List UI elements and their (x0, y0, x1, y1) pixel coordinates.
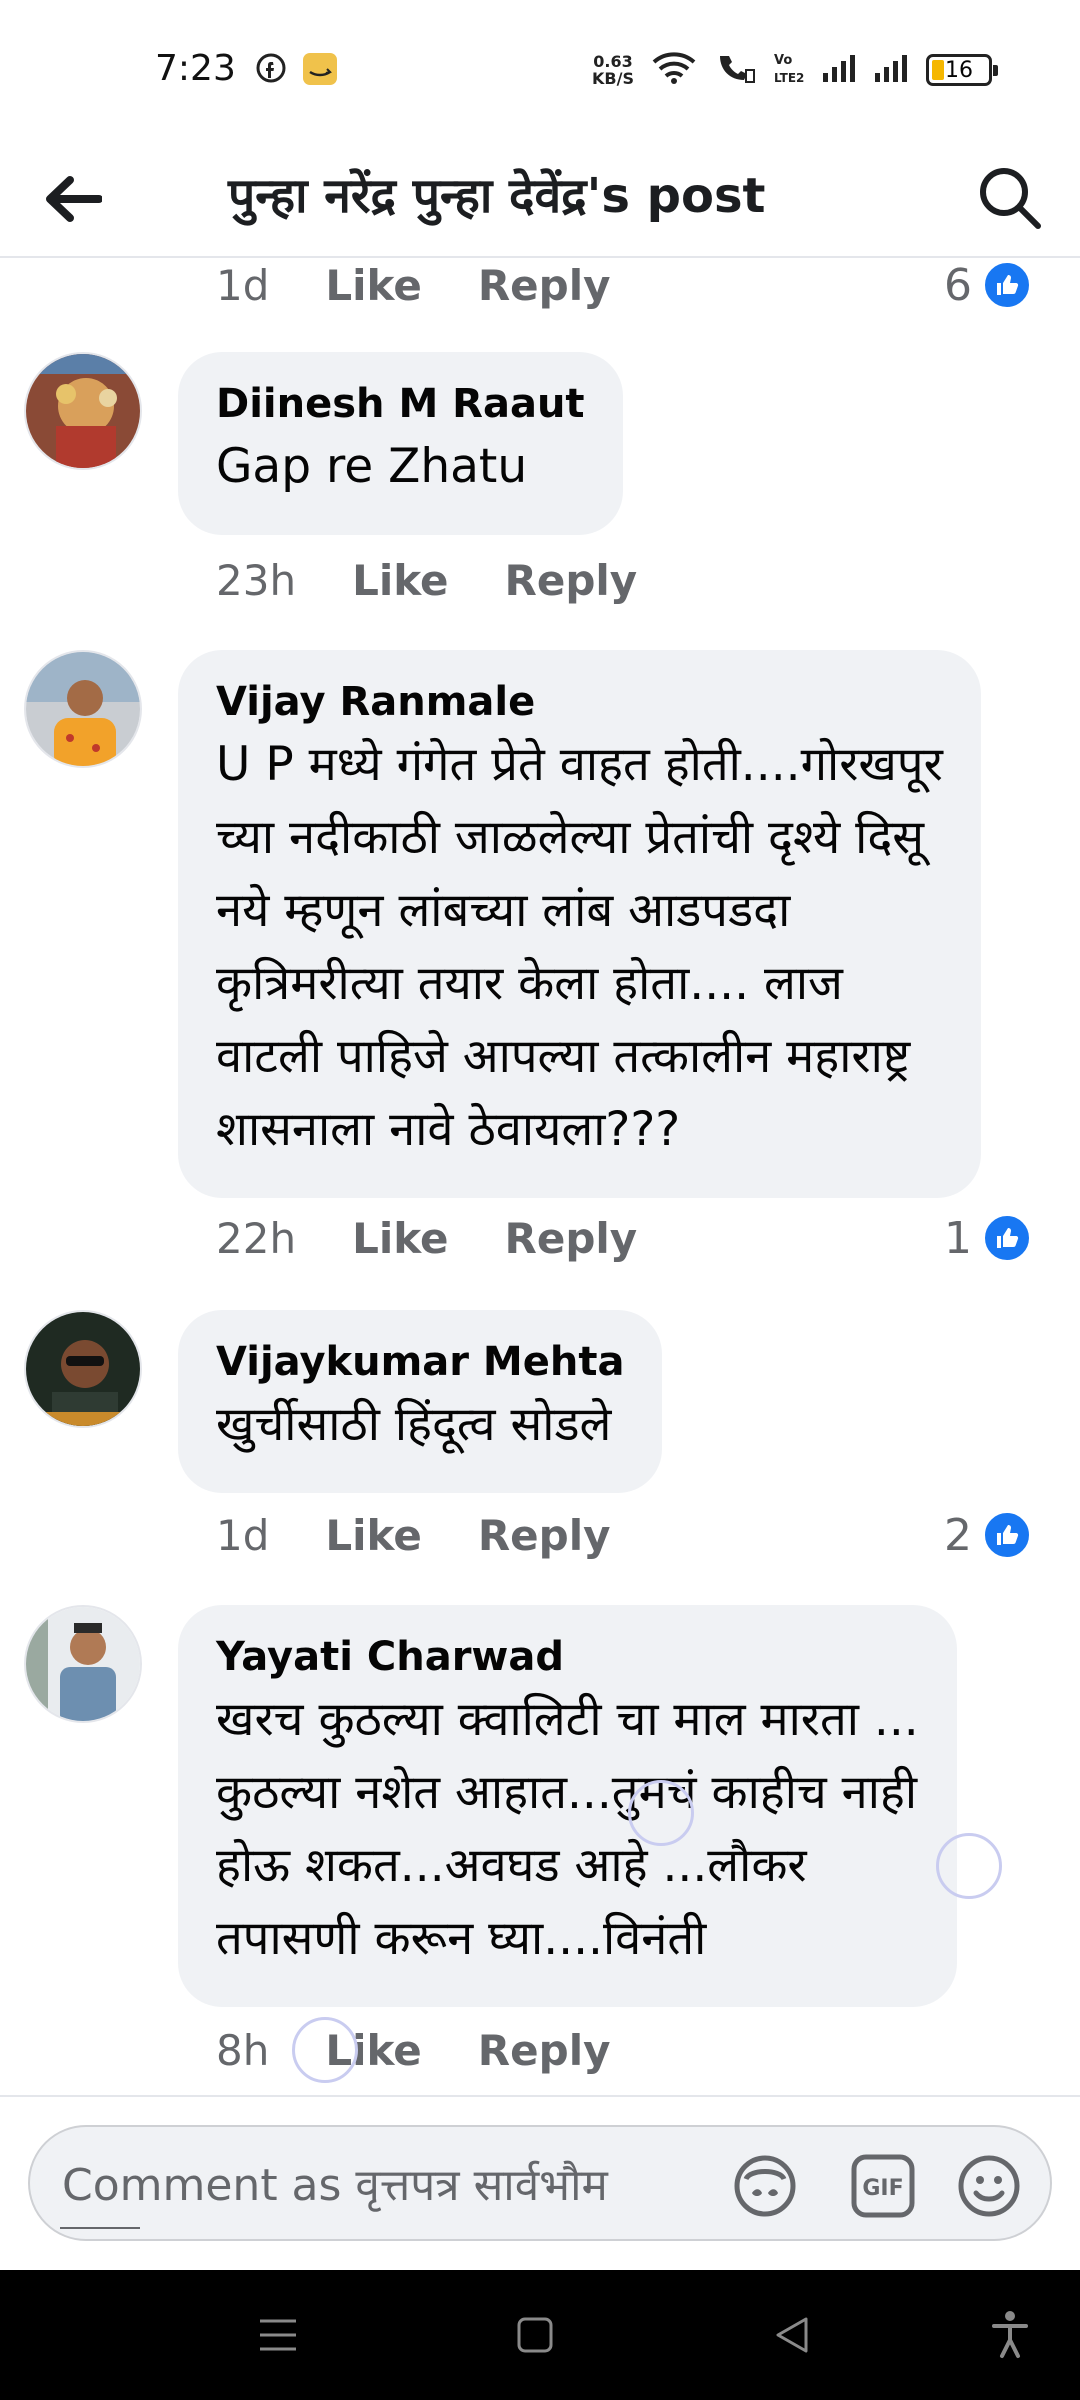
menu-lines-icon (260, 2319, 296, 2351)
network-speed: 0.63 KB/S (592, 52, 634, 88)
comment-time: 1d (216, 1510, 270, 1560)
comment-meta-previous: 1d Like Reply (216, 260, 667, 315)
reaction-count[interactable]: 1 (944, 1208, 1032, 1268)
comment-meta: 23h Like Reply (216, 550, 693, 610)
comment-bubble[interactable]: Vijay Ranmale U P मध्ये गंगेत प्रेते वाह… (178, 650, 981, 1198)
reply-button[interactable]: Reply (505, 556, 638, 605)
like-reaction-icon (982, 1510, 1032, 1560)
post-header: पुन्हा नरेंद्र पुन्हा देवेंद्र's post (0, 140, 1080, 258)
avatar[interactable] (24, 1605, 142, 1723)
avatar[interactable] (24, 352, 142, 470)
reaction-count[interactable]: 6 (944, 260, 1032, 315)
gif-button[interactable]: GIF (848, 2151, 918, 2221)
back-arrow-icon (46, 176, 102, 222)
volte-icon: Vo LTE2 (774, 50, 804, 90)
comment-text-line: U P मध्ये गंगेत प्रेते वाहत होती....गोरख… (216, 737, 943, 792)
comment-text-line: नये म्हणून लांबच्या लांब आडपडदा (216, 883, 791, 938)
comment-bubble[interactable]: Vijaykumar Mehta खुर्चीसाठी हिंदूत्व सोड… (178, 1310, 663, 1493)
avatar[interactable] (24, 650, 142, 768)
touch-indicator (292, 2017, 358, 2083)
recent-apps-button[interactable] (243, 2300, 313, 2370)
comment-meta: 8h Like Reply (216, 2020, 666, 2080)
comment-composer-bar: Comment as वृत्तपत्र सार्वभौम GIF (0, 2095, 1080, 2270)
comment-text-line: खरच कुठल्या क्वालिटी चा माल मारता ... (216, 1692, 919, 1747)
comment-text: खुर्चीसाठी हिंदूत्व सोडले (216, 1397, 612, 1452)
avatar[interactable] (24, 1310, 142, 1428)
comment-author[interactable]: Diinesh M Raaut (216, 378, 585, 430)
comment-time: 23h (216, 555, 297, 605)
home-square-icon (517, 2317, 553, 2353)
like-reaction-icon (982, 260, 1032, 310)
like-button[interactable]: Like (352, 556, 448, 605)
comment-text-line: कुठल्या नशेत आहात...तुमचं काहीच नाही (216, 1765, 918, 1820)
input-underline (60, 2227, 140, 2229)
comment-time: 1d (216, 260, 270, 310)
reaction-count[interactable]: 2 (944, 1505, 1032, 1565)
amazon-notification-icon (302, 52, 338, 90)
svg-text:Vo: Vo (774, 53, 792, 68)
comment-meta: 22h Like Reply (216, 1208, 693, 1268)
status-bar: 7:23 0.63 KB/S Vo LTE2 16 (0, 0, 1080, 140)
comment-text-line: शासनाला नावे ठेवायला??? (216, 1102, 681, 1157)
search-button[interactable] (968, 156, 1052, 240)
avatar-sticker-button[interactable] (730, 2151, 800, 2221)
reply-button[interactable]: Reply (478, 1511, 611, 1560)
comment-text-line: होऊ शकत...अवघड आहे ...लौकर (216, 1838, 807, 1893)
back-button[interactable] (38, 164, 108, 234)
comment-time: 8h (216, 2025, 270, 2075)
comment-text-line: कृत्रिमरीत्या तयार केला होता.... लाज (216, 956, 843, 1011)
comment-meta: 1d Like Reply (216, 1505, 667, 1565)
search-icon (980, 168, 1041, 229)
svg-text:LTE2: LTE2 (774, 71, 804, 85)
accessibility-icon (992, 2311, 1028, 2358)
comments-list[interactable]: 1d Like Reply 6 Diinesh M Raaut Gap re Z… (0, 260, 1080, 2095)
wifi-icon (652, 51, 696, 89)
system-navigation-bar (0, 2270, 1080, 2400)
facebook-notification-icon (255, 52, 287, 88)
like-reaction-icon (982, 1213, 1032, 1263)
avatar-sticker-icon (734, 2155, 796, 2217)
accessibility-button[interactable] (975, 2300, 1045, 2370)
like-button[interactable]: Like (352, 1214, 448, 1263)
svg-text:GIF: GIF (862, 2176, 903, 2201)
emoji-button[interactable] (954, 2151, 1024, 2221)
signal-sim1-icon (822, 53, 856, 87)
like-button[interactable]: Like (325, 261, 421, 310)
comment-time: 22h (216, 1213, 297, 1263)
comment-author[interactable]: Yayati Charwad (216, 1631, 919, 1683)
back-triangle-icon (776, 2317, 808, 2353)
emoji-icon (958, 2155, 1020, 2217)
comment-text-line: तपासणी करून घ्या....विनंती (216, 1911, 707, 1966)
wifi-calling-icon (714, 50, 756, 90)
comment-input[interactable]: Comment as वृत्तपत्र सार्वभौम GIF (28, 2125, 1052, 2241)
touch-indicator (936, 1833, 1002, 1899)
comment-bubble[interactable]: Diinesh M Raaut Gap re Zhatu (178, 352, 623, 535)
reply-button[interactable]: Reply (478, 261, 611, 310)
comment-text-line: च्या नदीकाठी जाळलेल्या प्रेतांची दृश्ये … (216, 810, 925, 865)
status-indicators: 0.63 KB/S Vo LTE2 16 (592, 48, 998, 92)
page-title: पुन्हा नरेंद्र पुन्हा देवेंद्र's post (228, 168, 766, 224)
back-nav-button[interactable] (757, 2300, 827, 2370)
reply-button[interactable]: Reply (478, 2026, 611, 2075)
comment-author[interactable]: Vijay Ranmale (216, 676, 943, 728)
comment-input-placeholder: Comment as वृत्तपत्र सार्वभौम (62, 2160, 608, 2211)
gif-icon: GIF (851, 2154, 915, 2218)
status-time: 7:23 (155, 48, 236, 89)
signal-sim2-icon (874, 53, 908, 87)
comment-author[interactable]: Vijaykumar Mehta (216, 1336, 624, 1388)
reply-button[interactable]: Reply (505, 1214, 638, 1263)
comment-text: Gap re Zhatu (216, 439, 528, 494)
touch-indicator (628, 1780, 694, 1846)
like-button[interactable]: Like (325, 1511, 421, 1560)
home-button[interactable] (500, 2300, 570, 2370)
comment-bubble[interactable]: Yayati Charwad खरच कुठल्या क्वालिटी चा म… (178, 1605, 957, 2007)
comment-text-line: वाटली पाहिजे आपल्या तत्कालीन महाराष्ट्र (216, 1029, 911, 1084)
battery-icon: 16 (926, 54, 998, 86)
